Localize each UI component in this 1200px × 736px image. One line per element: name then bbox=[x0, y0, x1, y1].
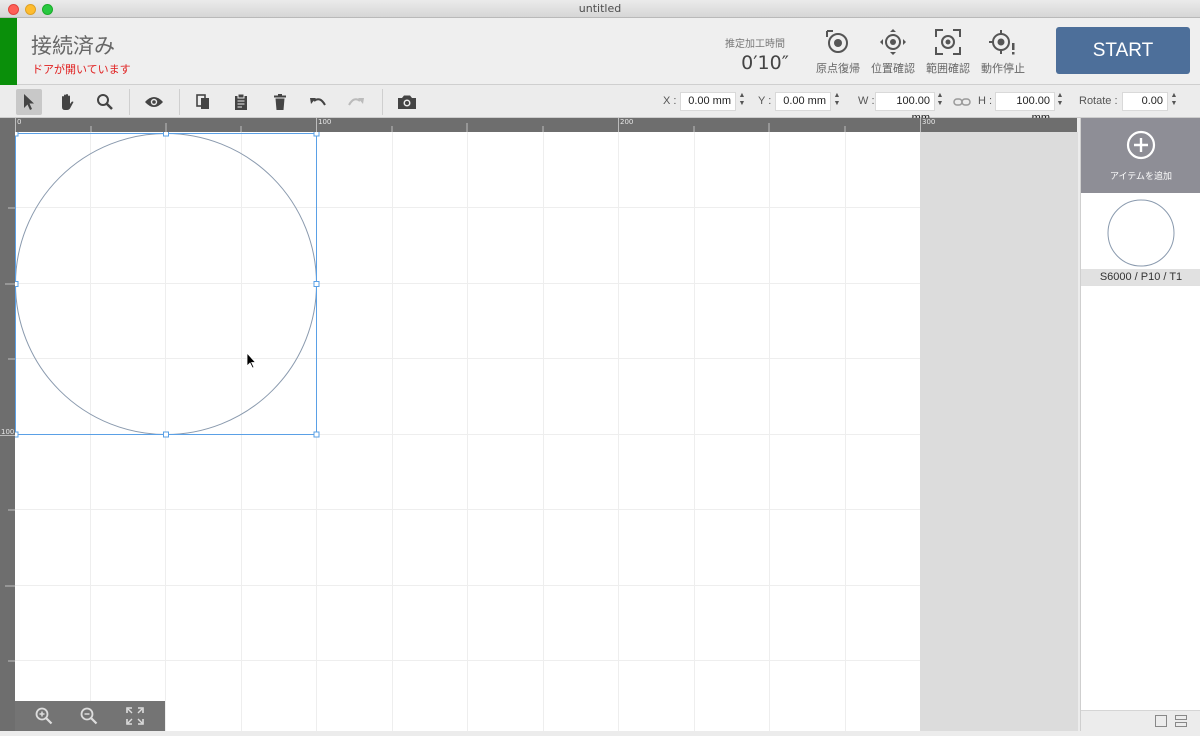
x-stepper[interactable]: ▲ ▼ bbox=[738, 92, 746, 111]
zoom-out-icon bbox=[80, 707, 98, 725]
camera-icon bbox=[398, 95, 416, 109]
add-item-button[interactable]: アイテムを追加 bbox=[1081, 118, 1200, 193]
h-label: H : bbox=[978, 95, 993, 107]
paste-icon bbox=[235, 93, 247, 110]
stop-operation-icon bbox=[989, 30, 1015, 55]
range-check-label: 範囲確認 bbox=[926, 62, 970, 75]
y-input[interactable]: 0.00 mm bbox=[775, 92, 831, 111]
stop-operation-button[interactable]: 動作停止 bbox=[975, 28, 1031, 80]
w-stepper[interactable]: ▲ ▼ bbox=[936, 92, 944, 111]
zoom-tool-button[interactable] bbox=[92, 89, 118, 115]
home-target-icon bbox=[826, 30, 848, 53]
w-label: W : bbox=[858, 95, 875, 107]
mouse-cursor-icon bbox=[246, 351, 257, 369]
home-return-button[interactable]: 原点復帰 bbox=[810, 28, 866, 80]
canvas-drawing bbox=[15, 132, 920, 731]
ruler-label: 100 bbox=[318, 118, 332, 126]
fit-to-screen-button[interactable] bbox=[124, 705, 146, 727]
item-panel: アイテムを追加 S6000 / P10 / T1 bbox=[1080, 118, 1200, 731]
trash-icon bbox=[274, 94, 286, 110]
door-warning: ドアが開いています bbox=[32, 63, 131, 76]
h-stepper[interactable]: ▲ ▼ bbox=[1056, 92, 1064, 111]
window-title: untitled bbox=[578, 2, 622, 15]
connection-status: 接続済み bbox=[31, 34, 115, 58]
ruler-label: 200 bbox=[620, 118, 634, 126]
vertical-ruler: 100 bbox=[0, 118, 15, 731]
stop-operation-label: 動作停止 bbox=[981, 62, 1025, 75]
ruler-ticks bbox=[15, 118, 921, 132]
design-canvas[interactable] bbox=[15, 132, 920, 731]
preview-button[interactable] bbox=[141, 89, 167, 115]
w-input[interactable]: 100.00 mm bbox=[875, 92, 935, 124]
zoom-out-button[interactable] bbox=[78, 705, 100, 727]
zoom-in-button[interactable] bbox=[33, 705, 55, 727]
redo-icon bbox=[348, 98, 364, 106]
ruler-ticks bbox=[0, 207, 15, 662]
start-button[interactable]: START bbox=[1056, 27, 1190, 74]
toolbar-separator bbox=[382, 89, 383, 115]
h-input[interactable]: 100.00 mm bbox=[995, 92, 1055, 124]
redo-button[interactable] bbox=[343, 89, 369, 115]
paste-button[interactable] bbox=[228, 89, 254, 115]
y-stepper[interactable]: ▲ ▼ bbox=[833, 92, 841, 111]
status-header: 接続済み ドアが開いています 推定加工時間 0′10″ 原点復帰 位置確認 範囲… bbox=[0, 18, 1200, 85]
zoom-controls bbox=[15, 701, 165, 731]
aspect-lock-button[interactable] bbox=[951, 89, 973, 115]
select-tool-button[interactable] bbox=[16, 89, 42, 115]
horizontal-ruler: 0 100 200 300 bbox=[15, 118, 1077, 132]
undo-button[interactable] bbox=[305, 89, 331, 115]
toolbar-separator bbox=[179, 89, 180, 115]
eye-icon bbox=[145, 97, 163, 107]
hand-pan-icon bbox=[62, 94, 74, 110]
link-icon bbox=[953, 98, 971, 106]
ruler-label: 300 bbox=[922, 118, 936, 126]
range-check-button[interactable]: 範囲確認 bbox=[920, 28, 976, 80]
add-item-label: アイテムを追加 bbox=[1109, 172, 1173, 182]
undo-icon bbox=[310, 98, 326, 106]
rotate-input[interactable]: 0.00 bbox=[1122, 92, 1168, 111]
ruler-label: 0 bbox=[17, 118, 22, 126]
estimated-time-value: 0′10″ bbox=[741, 52, 789, 74]
connection-indicator bbox=[0, 18, 17, 85]
rotate-stepper[interactable]: ▲ ▼ bbox=[1170, 92, 1178, 111]
rotate-label: Rotate : bbox=[1079, 95, 1118, 107]
toolbar: X : 0.00 mm ▲ ▼ Y : 0.00 mm ▲ ▼ W : 100.00… bbox=[0, 86, 1200, 124]
select-arrow-icon bbox=[24, 94, 34, 110]
copy-icon bbox=[196, 94, 209, 109]
estimated-time-label: 推定加工時間 bbox=[725, 39, 785, 50]
canvas-outside-area bbox=[920, 132, 1078, 731]
panel-footer bbox=[1081, 710, 1200, 731]
single-view-button[interactable] bbox=[1155, 715, 1167, 727]
x-label: X : bbox=[663, 95, 677, 107]
delete-button[interactable] bbox=[267, 89, 293, 115]
pan-tool-button[interactable] bbox=[54, 89, 80, 115]
toolbar-separator bbox=[129, 89, 130, 115]
item-settings-label: S6000 / P10 / T1 bbox=[1081, 269, 1200, 285]
app-window: untitled 接続済み ドアが開いています 推定加工時間 0′10″ 原点復… bbox=[0, 0, 1200, 731]
zoom-in-icon bbox=[35, 707, 53, 725]
split-view-button[interactable] bbox=[1175, 715, 1187, 727]
circle-thumbnail-icon bbox=[1107, 199, 1175, 267]
position-check-button[interactable]: 位置確認 bbox=[865, 28, 921, 80]
add-circle-icon bbox=[1126, 130, 1156, 160]
title-bar: untitled bbox=[0, 0, 1200, 18]
home-return-label: 原点復帰 bbox=[816, 62, 860, 75]
range-check-icon bbox=[935, 29, 961, 55]
position-check-label: 位置確認 bbox=[871, 62, 915, 75]
fullscreen-icon bbox=[126, 707, 144, 725]
y-label: Y : bbox=[758, 95, 772, 107]
camera-button[interactable] bbox=[394, 89, 420, 115]
copy-button[interactable] bbox=[190, 89, 216, 115]
position-check-icon bbox=[880, 29, 906, 55]
magnifier-icon bbox=[97, 94, 113, 110]
x-input[interactable]: 0.00 mm bbox=[680, 92, 736, 111]
ruler-label: 100 bbox=[1, 428, 15, 436]
